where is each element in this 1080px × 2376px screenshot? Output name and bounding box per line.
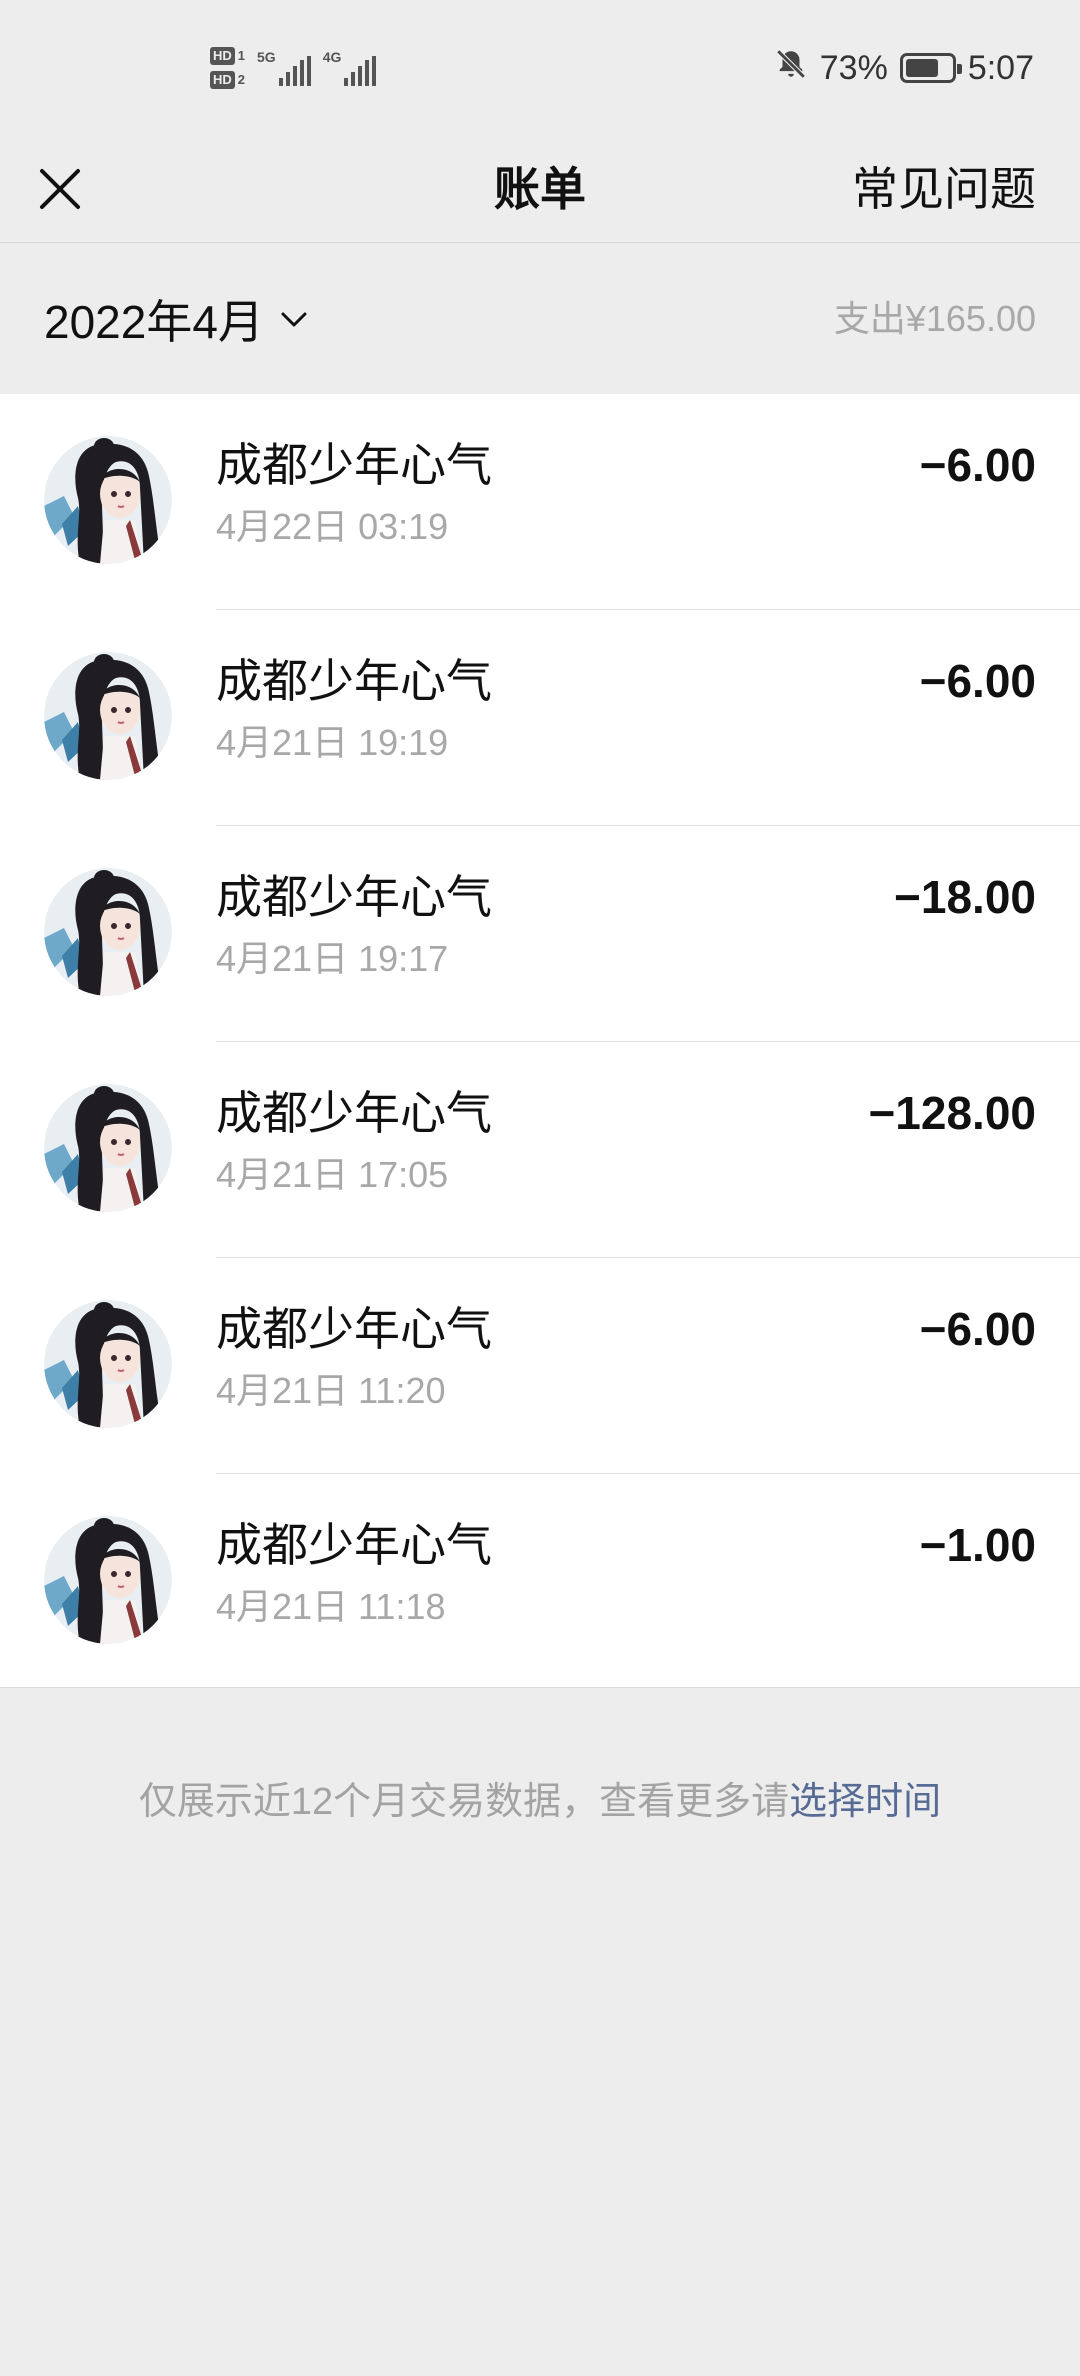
transaction-row[interactable]: 成都少年心气 4月21日 19:17 −18.00 bbox=[0, 826, 1080, 1042]
hd-badge: HD bbox=[210, 71, 235, 89]
status-bar-right: 73% 5:07 bbox=[774, 40, 1034, 96]
clock: 5:07 bbox=[967, 48, 1034, 87]
merchant-name: 成都少年心气 bbox=[216, 1519, 492, 1571]
hd-badge: HD bbox=[210, 47, 235, 65]
merchant-avatar bbox=[44, 1084, 172, 1212]
transaction-amount: −6.00 bbox=[919, 439, 1036, 491]
transaction-time: 4月21日 17:05 bbox=[216, 1154, 449, 1195]
merchant-avatar bbox=[44, 1516, 172, 1644]
transaction-amount: −6.00 bbox=[919, 655, 1036, 707]
merchant-name: 成都少年心气 bbox=[216, 439, 492, 491]
transaction-time: 4月21日 11:18 bbox=[216, 1586, 446, 1627]
merchant-avatar bbox=[44, 868, 172, 996]
status-bar-left: HD 1 HD 2 5G 4G bbox=[210, 38, 377, 98]
transaction-time: 4月21日 11:20 bbox=[216, 1370, 446, 1411]
month-selector[interactable]: 2022年4月 bbox=[44, 284, 310, 354]
transaction-row[interactable]: 成都少年心气 4月21日 11:20 −6.00 bbox=[0, 1258, 1080, 1474]
faq-button[interactable]: 常见问题 bbox=[852, 135, 1036, 243]
battery-icon bbox=[899, 53, 962, 83]
transaction-amount: −128.00 bbox=[868, 1087, 1036, 1139]
sim-2-indicator: HD 2 bbox=[210, 71, 245, 89]
sim-indicators: HD 1 HD 2 bbox=[210, 47, 245, 89]
status-bar: HD 1 HD 2 5G 4G 73% 5:07 bbox=[0, 0, 1080, 135]
transaction-row[interactable]: 成都少年心气 4月21日 17:05 −128.00 bbox=[0, 1042, 1080, 1258]
transaction-row[interactable]: 成都少年心气 4月21日 19:19 −6.00 bbox=[0, 610, 1080, 826]
signal-bars bbox=[278, 56, 311, 86]
merchant-avatar bbox=[44, 1300, 172, 1428]
navigation-bar: 账单 常见问题 bbox=[0, 135, 1080, 243]
merchant-name: 成都少年心气 bbox=[216, 1303, 492, 1355]
month-label: 2022年4月 bbox=[44, 296, 264, 348]
transaction-amount: −18.00 bbox=[894, 871, 1036, 923]
merchant-name: 成都少年心气 bbox=[216, 655, 492, 707]
chevron-down-icon bbox=[281, 312, 307, 327]
merchant-name: 成都少年心气 bbox=[216, 871, 492, 923]
sim-number: 2 bbox=[237, 72, 246, 87]
merchant-name: 成都少年心气 bbox=[216, 1087, 492, 1139]
transaction-row[interactable]: 成都少年心气 4月21日 11:18 −1.00 bbox=[0, 1474, 1080, 1690]
signal-icon: 5G bbox=[257, 50, 311, 86]
month-filter-bar: 2022年4月 支出¥165.00 bbox=[0, 244, 1080, 394]
mute-bell-icon bbox=[774, 47, 808, 90]
transaction-row[interactable]: 成都少年心气 4月22日 03:19 −6.00 bbox=[0, 394, 1080, 610]
transaction-amount: −1.00 bbox=[919, 1519, 1036, 1571]
network-type: 5G bbox=[257, 49, 276, 65]
transaction-list: 成都少年心气 4月22日 03:19 −6.00 成都少年心气 4月21日 19:19 −… bbox=[0, 394, 1080, 1688]
history-note-text: 仅展示近12个月交易数据，查看更多请 bbox=[138, 1781, 790, 1823]
select-time-link[interactable]: 选择时间 bbox=[789, 1781, 941, 1823]
battery-percent: 73% bbox=[819, 48, 888, 87]
transaction-time: 4月21日 19:19 bbox=[216, 722, 449, 763]
transaction-time: 4月21日 19:17 bbox=[216, 938, 449, 979]
merchant-avatar bbox=[44, 436, 172, 564]
battery-level bbox=[905, 59, 938, 77]
sim-1-indicator: HD 1 bbox=[210, 47, 245, 65]
transaction-time: 4月22日 03:19 bbox=[216, 506, 449, 547]
expense-summary: 支出¥165.00 bbox=[833, 298, 1036, 339]
transaction-amount: −6.00 bbox=[919, 1303, 1036, 1355]
signal-bars bbox=[344, 56, 377, 86]
signal-icon: 4G bbox=[323, 50, 377, 86]
sim-number: 1 bbox=[237, 48, 246, 63]
merchant-avatar bbox=[44, 652, 172, 780]
history-note: 仅展示近12个月交易数据，查看更多请选择时间 bbox=[0, 1770, 1080, 1825]
network-type: 4G bbox=[322, 49, 342, 65]
